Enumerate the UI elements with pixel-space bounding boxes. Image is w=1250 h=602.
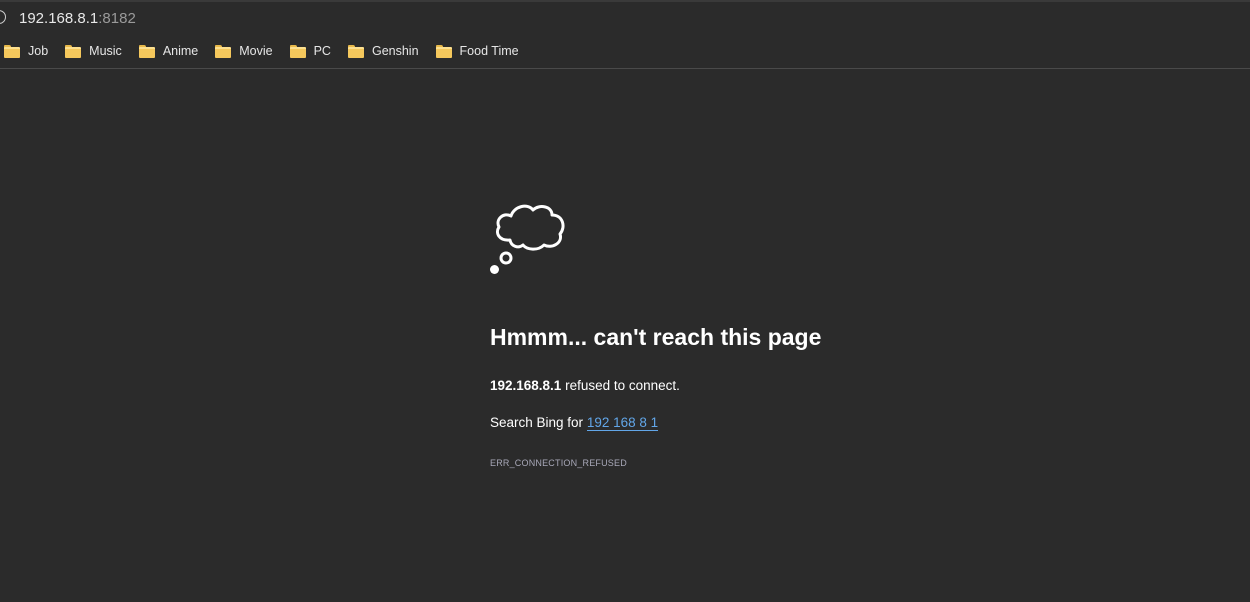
- bookmark-label: Anime: [162, 44, 199, 58]
- error-message: 192.168.8.1 refused to connect.: [490, 378, 680, 393]
- error-headline: Hmmm... can't reach this page: [490, 324, 822, 350]
- bookmark-label: Movie: [239, 44, 273, 58]
- bookmark-pc[interactable]: PC: [289, 37, 339, 65]
- folder-icon: [4, 44, 20, 58]
- url-port: :8182: [98, 10, 136, 27]
- bookmark-label: PC: [313, 44, 331, 58]
- error-host: 192.168.8.1: [490, 378, 562, 393]
- bookmark-genshin[interactable]: Genshin: [347, 37, 427, 65]
- folder-icon: [289, 44, 306, 58]
- bookmark-music[interactable]: Music: [65, 37, 130, 65]
- search-prefix: Search Bing for: [490, 415, 587, 430]
- folder-icon: [215, 44, 232, 58]
- bookmark-label: Genshin: [371, 44, 419, 58]
- bookmark-movie[interactable]: Movie: [215, 37, 280, 65]
- bookmark-label: Food Time: [459, 44, 519, 58]
- folder-icon: [347, 44, 364, 58]
- folder-icon: [65, 44, 82, 58]
- bookmark-label: Job: [28, 44, 49, 58]
- thought-cloud-icon: [490, 204, 565, 274]
- search-suggestion: Search Bing for 192 168 8 1: [490, 415, 659, 431]
- site-info-icon[interactable]: [0, 10, 6, 24]
- bookmark-food-time[interactable]: Food Time: [435, 37, 527, 65]
- bookmark-anime[interactable]: Anime: [138, 37, 206, 65]
- error-message-text: refused to connect.: [561, 378, 680, 393]
- search-link[interactable]: 192 168 8 1: [586, 415, 659, 431]
- bookmark-job[interactable]: Job: [4, 37, 56, 65]
- url-host: 192.168.8.1: [19, 10, 99, 27]
- folder-icon: [138, 44, 155, 58]
- bookmarks-bar: Job Music Anime Movie PC Genshin Food Ti…: [0, 34, 1250, 69]
- error-code: ERR_CONNECTION_REFUSED: [490, 458, 627, 468]
- bookmark-label: Music: [89, 44, 122, 58]
- url-text[interactable]: 192.168.8.1:8182: [19, 10, 136, 27]
- folder-icon: [435, 44, 452, 58]
- address-bar[interactable]: 192.168.8.1:8182: [0, 0, 1250, 34]
